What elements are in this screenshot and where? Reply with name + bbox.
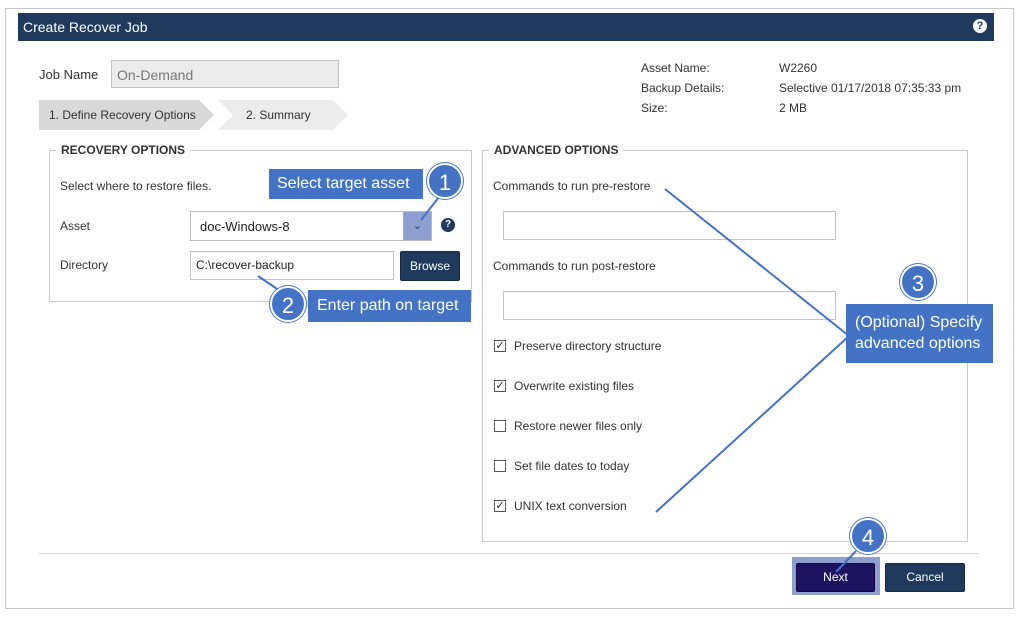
callout-select-target-asset: Select target asset xyxy=(269,169,423,199)
callout-number-4: 4 xyxy=(850,518,886,554)
callout-advanced-options: (Optional) Specify advanced options xyxy=(846,304,993,363)
callout-number-3: 3 xyxy=(900,264,936,300)
callout-number-2: 2 xyxy=(270,286,306,322)
callout-advanced-line1: (Optional) Specify xyxy=(855,314,983,331)
callout-number-1: 1 xyxy=(427,163,463,199)
callout-advanced-line2: advanced options xyxy=(855,335,981,352)
callout-enter-path: Enter path on target xyxy=(308,290,471,322)
